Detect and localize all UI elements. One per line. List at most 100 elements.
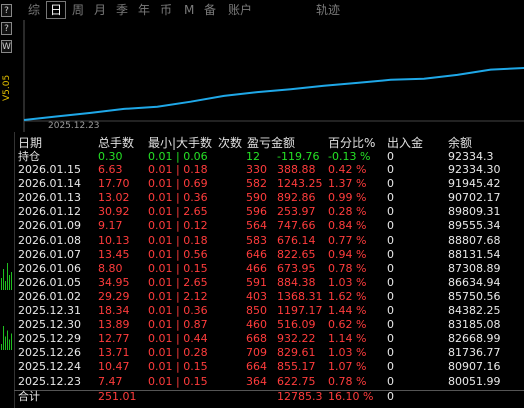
header-lots[interactable]: 总手数 [98, 137, 134, 150]
table-row[interactable]: 2026.01.15 6.63 0.01 | 0.18 330 388.88 0.42 %… [14, 163, 524, 177]
cell-date: 2026.01.15 [18, 163, 81, 176]
volume-bar [11, 333, 12, 350]
cell-pct: 1.07 % [328, 360, 367, 374]
cell-date: 2025.12.24 [18, 360, 81, 374]
cell-pct: 1.14 % [328, 332, 367, 346]
header-count[interactable]: 次数 [218, 137, 242, 150]
help-button-1[interactable]: ? [1, 4, 12, 17]
tab-year[interactable]: 年 [138, 2, 150, 18]
cell-pct: 0.62 % [328, 318, 367, 332]
tab-m[interactable]: M [184, 2, 194, 18]
table-row[interactable]: 2026.01.12 30.92 0.01 | 2.65 596 253.97 0.28 … [14, 205, 524, 219]
cell-pnl: 673.95 [277, 261, 316, 275]
tab-account[interactable]: 账户 [228, 2, 252, 18]
table-header: 日期 总手数 最小|大手数 次数 盈亏金额 百分比% 出入金 余额 [14, 137, 524, 150]
cell-flow: 0 [387, 219, 394, 233]
chart-start-date: 2025.12.23 [48, 121, 100, 131]
cell-minmax: 0.01 | 0.15 [148, 261, 208, 275]
table-row[interactable]: 2025.12.24 10.47 0.01 | 0.15 664 855.17 1.07 … [14, 361, 524, 374]
period-tab-bar: 综 日 周 月 季 年 币 M 备 账户 轨迹 [14, 0, 524, 21]
table-row[interactable]: 2026.01.09 9.17 0.01 | 0.12 564 747.66 0.84 %… [14, 220, 524, 233]
cell-date: 2025.12.23 [18, 374, 81, 388]
cell-balance: 90702.17 [448, 191, 501, 205]
header-pct[interactable]: 百分比% [328, 137, 375, 150]
table-row[interactable]: 2026.01.07 13.45 0.01 | 0.56 646 822.65 0.94 … [14, 247, 524, 262]
cell-count: 591 [246, 275, 267, 289]
tab-overview[interactable]: 综 [28, 2, 40, 18]
cell-count: 364 [246, 374, 267, 388]
table-row[interactable]: 2026.01.13 13.02 0.01 | 0.36 590 892.86 0.99 … [14, 191, 524, 205]
table-row[interactable]: 2026.01.06 8.80 0.01 | 0.15 466 673.95 0.78 %… [14, 261, 524, 276]
volume-bar [5, 336, 6, 350]
cell-minmax: 0.01 | 0.28 [148, 346, 208, 360]
total-lots: 251.01 [98, 390, 137, 403]
cell-balance: 91945.42 [448, 177, 501, 191]
header-date[interactable]: 日期 [18, 137, 42, 150]
cell-balance: 89555.34 [448, 219, 501, 233]
total-pct: 16.10 % [328, 390, 374, 403]
table-row[interactable]: 2025.12.23 7.47 0.01 | 0.15 364 622.75 0.78 %… [14, 374, 524, 389]
cell-pct: 0.99 % [328, 191, 367, 205]
cell-date: 2025.12.29 [18, 332, 81, 346]
volume-bar [9, 275, 10, 290]
tab-week[interactable]: 周 [72, 2, 84, 18]
total-pnl: 12785.3 [277, 390, 323, 403]
cell-count: 664 [246, 360, 267, 374]
total-flow: 0 [387, 390, 394, 403]
tab-quarter[interactable]: 季 [116, 2, 128, 18]
table-row[interactable]: 2026.01.02 29.29 0.01 | 2.12 403 1368.31 1.62… [14, 290, 524, 304]
cell-balance: 88131.54 [448, 247, 501, 261]
cell-lots: 7.47 [98, 374, 123, 388]
cell-minmax: 0.01 | 0.56 [148, 247, 208, 261]
cell-minmax: 0.01 | 0.87 [148, 318, 208, 332]
cell-lots: 18.34 [98, 304, 130, 317]
tab-track[interactable]: 轨迹 [316, 2, 340, 18]
volume-bar [3, 269, 4, 290]
volume-bar [11, 272, 12, 290]
tab-month[interactable]: 月 [94, 2, 106, 18]
cell-date: 持仓 [18, 150, 40, 163]
header-flow[interactable]: 出入金 [387, 137, 423, 150]
cell-minmax: 0.01 | 0.12 [148, 219, 208, 233]
header-balance[interactable]: 余额 [448, 137, 472, 150]
table-row[interactable]: 2025.12.31 18.34 0.01 | 0.36 850 1197.17 1.44… [14, 304, 524, 318]
cell-minmax: 0.01 | 2.65 [148, 205, 208, 219]
total-label: 合计 [18, 390, 40, 403]
table-row[interactable]: 2025.12.30 13.89 0.01 | 0.87 460 516.09 0.62 … [14, 318, 524, 332]
table-row[interactable]: 2026.01.05 34.95 0.01 | 2.65 591 884.38 1.03 … [14, 275, 524, 290]
cell-pnl: 855.17 [277, 360, 316, 374]
table-row[interactable]: 2025.12.26 13.71 0.01 | 0.28 709 829.61 1.03 … [14, 346, 524, 360]
w-button[interactable]: W [1, 40, 12, 53]
cell-minmax: 0.01 | 0.18 [148, 233, 208, 247]
cell-minmax: 0.01 | 0.06 [148, 150, 208, 163]
table-row[interactable]: 2025.12.29 12.77 0.01 | 0.44 668 932.22 1.14 … [14, 332, 524, 346]
volume-bars [1, 263, 12, 350]
cell-count: 460 [246, 318, 267, 332]
cell-balance: 83185.08 [448, 318, 501, 332]
holding-row[interactable]: 持仓 0.30 0.01 | 0.06 12 -119.76 -0.13 % 0… [14, 150, 524, 164]
tab-notes[interactable]: 备 [204, 2, 216, 18]
cell-pnl: 253.97 [277, 205, 316, 219]
cell-minmax: 0.01 | 0.15 [148, 374, 208, 388]
volume-bar [1, 278, 2, 290]
cell-count: 646 [246, 247, 267, 261]
cell-date: 2026.01.14 [18, 177, 81, 191]
header-minmax[interactable]: 最小|大手数 [148, 137, 212, 150]
volume-bar [5, 281, 6, 290]
balance-curve-chart [14, 20, 524, 132]
cell-date: 2026.01.06 [18, 261, 81, 275]
tab-day[interactable]: 日 [46, 1, 67, 19]
total-row[interactable]: 合计 251.01 12785.3 16.10 % 0 [14, 390, 524, 404]
version-label: V5.05 [2, 74, 12, 102]
table-row[interactable]: 2026.01.08 10.13 0.01 | 0.18 583 676.14 0.77 … [14, 233, 524, 248]
cell-lots: 17.70 [98, 177, 130, 191]
cell-date: 2026.01.13 [18, 191, 81, 205]
cell-pnl: 747.66 [277, 219, 316, 233]
table-row[interactable]: 2026.01.14 17.70 0.01 | 0.69 582 1243.25 1.37… [14, 177, 524, 191]
cell-date: 2025.12.26 [18, 346, 81, 360]
cell-count: 596 [246, 205, 267, 219]
cell-flow: 0 [387, 205, 394, 219]
tab-currency[interactable]: 币 [160, 2, 172, 18]
help-button-2[interactable]: ? [1, 22, 12, 35]
header-pnl[interactable]: 盈亏金额 [247, 137, 295, 150]
